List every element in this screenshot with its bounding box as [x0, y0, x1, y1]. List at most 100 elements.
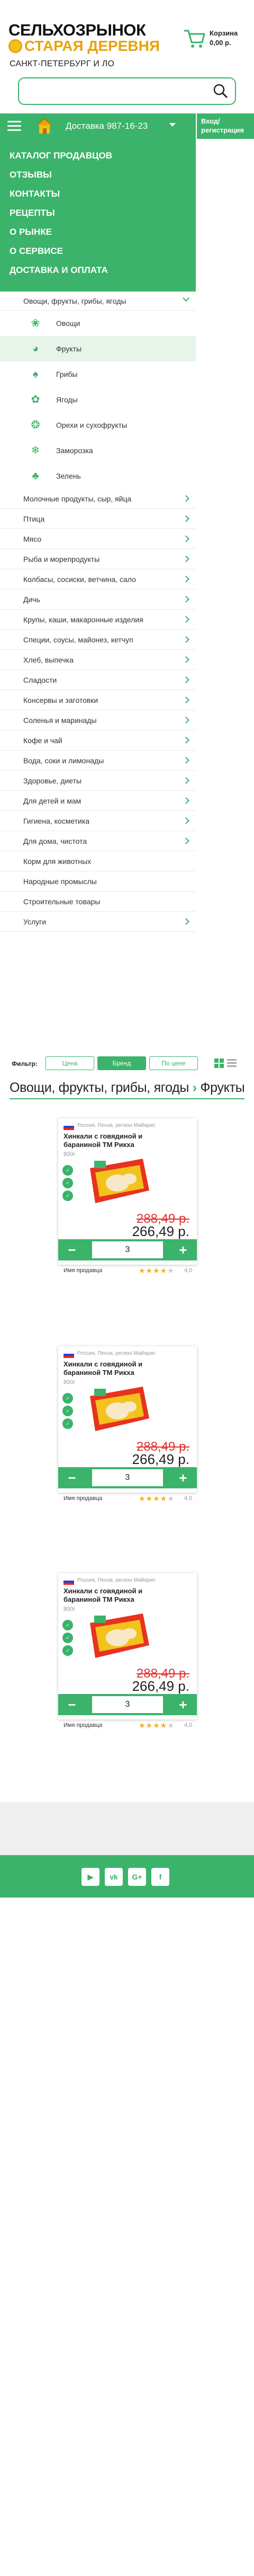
product-card[interactable]: Россия, Пенза, регион Майарис Хинкали с г… — [58, 1346, 197, 1503]
category-open[interactable]: Овощи, фрукты, грибы, ягоды — [0, 292, 196, 311]
subcategory-label: Орехи и сухофрукты — [56, 421, 128, 429]
quantity-input[interactable]: 3 — [92, 1469, 163, 1486]
plus-button[interactable]: + — [169, 1239, 197, 1260]
subcategory-item[interactable]: ✿ Ягоды — [0, 387, 196, 412]
menu-item-reviews[interactable]: ОТЗЫВЫ — [0, 165, 196, 184]
plus-button[interactable]: + — [169, 1694, 197, 1715]
product-image[interactable] — [85, 1158, 151, 1204]
category-item[interactable]: Специи, соусы, майонез, кетчуп — [0, 630, 196, 650]
chevron-right-icon — [183, 696, 189, 703]
product-title[interactable]: Хинкали с говядиной и бараниной ТМ Рикха — [64, 1360, 180, 1377]
category-item[interactable]: Для детей и мам — [0, 791, 196, 811]
grid-view-icon[interactable] — [214, 1058, 224, 1069]
subcategory-item[interactable]: ❂ Орехи и сухофрукты — [0, 412, 196, 438]
category-item[interactable]: Сладости — [0, 670, 196, 690]
category-item[interactable]: Колбасы, сосиски, ветчина, сало — [0, 569, 196, 589]
google-plus-icon[interactable]: G+ — [128, 1868, 146, 1886]
product-title[interactable]: Хинкали с говядиной и бараниной ТМ Рикха — [64, 1132, 180, 1149]
new-price: 266,49 р. — [132, 1678, 189, 1694]
product-card[interactable]: Россия, Пенза, регион Майарис Хинкали с г… — [58, 1118, 197, 1275]
category-label: Соленья и маринады — [23, 716, 97, 725]
search-icon[interactable] — [213, 83, 229, 99]
subcategory-label: Ягоды — [56, 395, 78, 404]
quantity-input[interactable]: 3 — [92, 1696, 163, 1713]
vegetables-icon: ❀ — [31, 317, 40, 329]
category-item[interactable]: Строительные товары — [0, 892, 196, 912]
category-label: Консервы и заготовки — [23, 696, 98, 704]
sun-icon — [8, 39, 22, 53]
list-view-icon[interactable] — [226, 1058, 237, 1069]
search-input[interactable] — [28, 84, 207, 99]
category-item[interactable]: Корм для животных — [0, 851, 196, 871]
cart-icon[interactable] — [183, 27, 206, 50]
filter-popular-button[interactable]: По цене — [149, 1056, 198, 1070]
cart-summary[interactable]: Корзина 0,00 р. — [210, 29, 238, 48]
category-item[interactable]: Крупы, каши, макаронные изделия — [0, 610, 196, 630]
plus-button[interactable]: + — [169, 1467, 197, 1488]
menu-item-delivery[interactable]: ДОСТАВКА И ОПЛАТА — [0, 261, 196, 280]
facebook-icon[interactable]: f — [151, 1868, 169, 1886]
hamburger-menu-icon[interactable] — [7, 121, 21, 131]
category-item[interactable]: Для дома, чистота — [0, 831, 196, 851]
product-title[interactable]: Хинкали с говядиной и бараниной ТМ Рикха — [64, 1587, 180, 1604]
minus-button[interactable]: − — [58, 1694, 86, 1715]
filter-price-button[interactable]: Цена — [46, 1056, 94, 1070]
login-line: Вход/ — [201, 117, 220, 125]
menu-item-contacts[interactable]: КОНТАКТЫ — [0, 184, 196, 204]
seller-name[interactable]: Имя продавца — [64, 1722, 102, 1728]
product-weight: 800г — [64, 1606, 76, 1612]
category-item[interactable]: Дичь — [0, 589, 196, 610]
main-menu: КАТАЛОГ ПРОДАВЦОВ ОТЗЫВЫ КОНТАКТЫ РЕЦЕПТ… — [0, 139, 196, 292]
search-box[interactable] — [18, 77, 236, 105]
product-card[interactable]: Россия, Пенза, регион Майарис Хинкали с г… — [58, 1573, 197, 1730]
category-item[interactable]: Услуги — [0, 912, 196, 932]
chevron-down-icon[interactable] — [169, 123, 176, 127]
subcategory-item[interactable]: ♣ Зелень — [0, 463, 196, 489]
category-item[interactable]: Здоровье, диеты — [0, 771, 196, 791]
category-item[interactable]: Птица — [0, 509, 196, 529]
category-item[interactable]: Рыба и морепродукты — [0, 549, 196, 569]
category-item[interactable]: Хлеб, выпечка — [0, 650, 196, 670]
new-price: 266,49 р. — [132, 1451, 189, 1467]
chevron-right-icon — [183, 837, 189, 844]
category-item[interactable]: Народные промыслы — [0, 871, 196, 892]
login-register-button[interactable]: Вход/ регистрация — [196, 113, 254, 139]
subcategory-item[interactable]: ❄ Заморозка — [0, 438, 196, 463]
seller-name[interactable]: Имя продавца — [64, 1267, 102, 1274]
product-image[interactable] — [85, 1612, 151, 1659]
minus-button[interactable]: − — [58, 1467, 86, 1488]
filter-brand-button[interactable]: Бренд — [97, 1056, 146, 1070]
category-item[interactable]: Мясо — [0, 529, 196, 549]
snowflake-icon: ❄ — [31, 445, 40, 456]
chevron-right-icon — [183, 555, 189, 562]
rating-stars: ★★★★★ — [139, 1266, 175, 1275]
category-label: Кофе и чай — [23, 736, 62, 745]
chevron-right-icon — [183, 596, 189, 603]
breadcrumb-current: Фрукты — [200, 1080, 245, 1095]
subcategory-item[interactable]: ◕ Фрукты — [0, 336, 196, 361]
home-icon[interactable] — [35, 117, 54, 135]
quantity-input[interactable]: 3 — [92, 1241, 163, 1258]
vk-icon[interactable]: vk — [105, 1868, 123, 1886]
menu-item-about-market[interactable]: О РЫНКЕ — [0, 223, 196, 242]
category-item[interactable]: Соленья и маринады — [0, 710, 196, 730]
city-selector[interactable]: САНКТ-ПЕТЕРБУРГ И ЛО — [10, 59, 114, 69]
category-item[interactable]: Молочные продукты, сыр, яйца — [0, 489, 196, 509]
subcategory-item[interactable]: ❀ Овощи — [0, 311, 196, 336]
logo-bottom[interactable]: СТАРАЯ ДЕРЕВНЯ — [8, 38, 160, 54]
menu-item-about-service[interactable]: О СЕРВИСЕ — [0, 242, 196, 261]
delivery-phone[interactable]: Доставка 987-16-23 — [66, 121, 148, 131]
category-item[interactable]: Гигиена, косметика — [0, 811, 196, 831]
youtube-icon[interactable]: ▶ — [81, 1868, 99, 1886]
category-item[interactable]: Кофе и чай — [0, 730, 196, 751]
product-image[interactable] — [85, 1386, 151, 1432]
subcategory-item[interactable]: ♠ Грибы — [0, 361, 196, 387]
menu-item-recipes[interactable]: РЕЦЕПТЫ — [0, 204, 196, 223]
menu-item-sellers[interactable]: КАТАЛОГ ПРОДАВЦОВ — [0, 146, 196, 165]
logo-top[interactable]: СЕЛЬХОЗРЫНОК — [8, 21, 146, 39]
minus-button[interactable]: − — [58, 1239, 86, 1260]
breadcrumb-parent[interactable]: Овощи, фрукты, грибы, ягоды — [10, 1080, 189, 1095]
category-item[interactable]: Вода, соки и лимонады — [0, 751, 196, 771]
seller-name[interactable]: Имя продавца — [64, 1495, 102, 1502]
category-item[interactable]: Консервы и заготовки — [0, 690, 196, 710]
